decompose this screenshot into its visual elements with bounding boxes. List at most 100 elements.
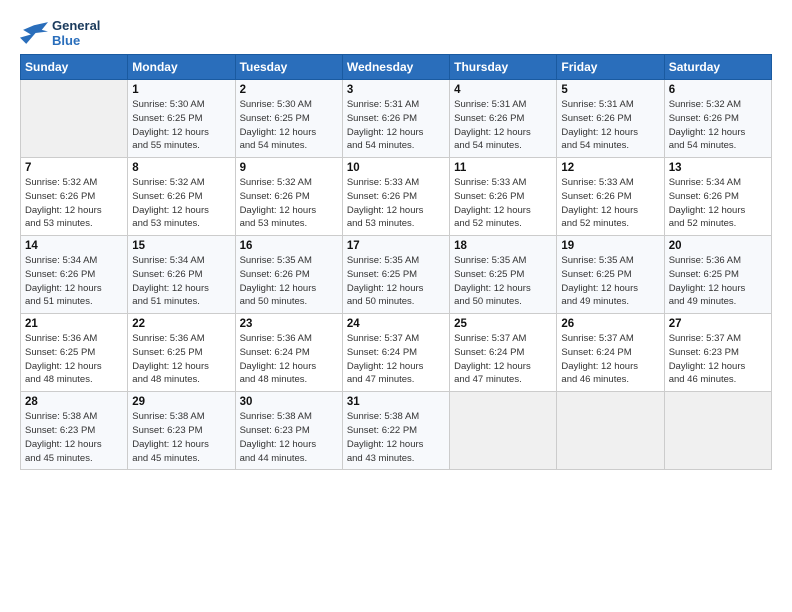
calendar-cell: 19Sunrise: 5:35 AMSunset: 6:25 PMDayligh… bbox=[557, 236, 664, 314]
day-info: Sunrise: 5:32 AMSunset: 6:26 PMDaylight:… bbox=[25, 176, 123, 231]
calendar-week-row: 21Sunrise: 5:36 AMSunset: 6:25 PMDayligh… bbox=[21, 314, 772, 392]
page: General Blue SundayMondayTuesdayWednesda… bbox=[0, 0, 792, 480]
day-number: 26 bbox=[561, 318, 659, 330]
day-info: Sunrise: 5:30 AMSunset: 6:25 PMDaylight:… bbox=[240, 98, 338, 153]
calendar-week-row: 7Sunrise: 5:32 AMSunset: 6:26 PMDaylight… bbox=[21, 158, 772, 236]
day-number: 12 bbox=[561, 162, 659, 174]
calendar-week-row: 14 Sunrise: 5:34 AMSunset: 6:26 PMDayligh… bbox=[21, 236, 772, 314]
calendar-cell: 11 Sunrise: 5:33 AMSunset: 6:26 PMDayligh… bbox=[450, 158, 557, 236]
calendar-cell: 25 Sunrise: 5:37 AMSunset: 6:24 PMDayligh… bbox=[450, 314, 557, 392]
calendar-cell: 10 Sunrise: 5:33 AMSunset: 6:26 PMDayligh… bbox=[342, 158, 449, 236]
day-info: Sunrise: 5:37 AMSunset: 6:24 PMDaylight:… bbox=[454, 332, 552, 387]
day-number: 2 bbox=[240, 84, 338, 96]
day-number: 19 bbox=[561, 240, 659, 252]
calendar-cell: 30 Sunrise: 5:38 AMSunset: 6:23 PMDayligh… bbox=[235, 392, 342, 470]
calendar-cell: 26 Sunrise: 5:37 AMSunset: 6:24 PMDayligh… bbox=[557, 314, 664, 392]
col-header-friday: Friday bbox=[557, 55, 664, 80]
calendar-cell bbox=[557, 392, 664, 470]
day-number: 27 bbox=[669, 318, 767, 330]
calendar-cell: 29 Sunrise: 5:38 AMSunset: 6:23 PMDayligh… bbox=[128, 392, 235, 470]
day-number: 17 bbox=[347, 240, 445, 252]
day-info: Sunrise: 5:36 AMSunset: 6:25 PMDaylight:… bbox=[132, 332, 230, 387]
day-number: 1 bbox=[132, 84, 230, 96]
day-info: Sunrise: 5:35 AMSunset: 6:25 PMDaylight:… bbox=[454, 254, 552, 309]
calendar-cell: 9Sunrise: 5:32 AMSunset: 6:26 PMDaylight… bbox=[235, 158, 342, 236]
calendar-cell: 17 Sunrise: 5:35 AMSunset: 6:25 PMDayligh… bbox=[342, 236, 449, 314]
day-number: 16 bbox=[240, 240, 338, 252]
calendar-cell: 6Sunrise: 5:32 AMSunset: 6:26 PMDaylight… bbox=[664, 80, 771, 158]
day-info: Sunrise: 5:37 AMSunset: 6:24 PMDaylight:… bbox=[561, 332, 659, 387]
day-number: 4 bbox=[454, 84, 552, 96]
calendar-cell bbox=[664, 392, 771, 470]
day-info: Sunrise: 5:32 AMSunset: 6:26 PMDaylight:… bbox=[669, 98, 767, 153]
calendar-cell: 28 Sunrise: 5:38 AMSunset: 6:23 PMDayligh… bbox=[21, 392, 128, 470]
day-number: 18 bbox=[454, 240, 552, 252]
day-info: Sunrise: 5:34 AMSunset: 6:26 PMDaylight:… bbox=[25, 254, 123, 309]
day-info: Sunrise: 5:34 AMSunset: 6:26 PMDaylight:… bbox=[669, 176, 767, 231]
calendar-cell: 7Sunrise: 5:32 AMSunset: 6:26 PMDaylight… bbox=[21, 158, 128, 236]
col-header-monday: Monday bbox=[128, 55, 235, 80]
day-info: Sunrise: 5:37 AMSunset: 6:24 PMDaylight:… bbox=[347, 332, 445, 387]
day-number: 28 bbox=[25, 396, 123, 408]
day-number: 14 bbox=[25, 240, 123, 252]
calendar-cell: 14 Sunrise: 5:34 AMSunset: 6:26 PMDayligh… bbox=[21, 236, 128, 314]
calendar-cell: 13 Sunrise: 5:34 AMSunset: 6:26 PMDayligh… bbox=[664, 158, 771, 236]
calendar-cell bbox=[450, 392, 557, 470]
day-info: Sunrise: 5:33 AMSunset: 6:26 PMDaylight:… bbox=[561, 176, 659, 231]
col-header-sunday: Sunday bbox=[21, 55, 128, 80]
logo-bird-icon bbox=[20, 22, 48, 44]
day-number: 23 bbox=[240, 318, 338, 330]
calendar-header-row: SundayMondayTuesdayWednesdayThursdayFrid… bbox=[21, 55, 772, 80]
day-info: Sunrise: 5:36 AMSunset: 6:24 PMDaylight:… bbox=[240, 332, 338, 387]
col-header-thursday: Thursday bbox=[450, 55, 557, 80]
day-info: Sunrise: 5:33 AMSunset: 6:26 PMDaylight:… bbox=[347, 176, 445, 231]
day-number: 13 bbox=[669, 162, 767, 174]
day-info: Sunrise: 5:35 AMSunset: 6:25 PMDaylight:… bbox=[347, 254, 445, 309]
calendar-cell: 20 Sunrise: 5:36 AMSunset: 6:25 PMDayligh… bbox=[664, 236, 771, 314]
calendar-cell: 8 Sunrise: 5:32 AMSunset: 6:26 PMDaylight… bbox=[128, 158, 235, 236]
day-info: Sunrise: 5:32 AMSunset: 6:26 PMDaylight:… bbox=[132, 176, 230, 231]
day-info: Sunrise: 5:38 AMSunset: 6:23 PMDaylight:… bbox=[132, 410, 230, 465]
header: General Blue bbox=[20, 18, 772, 48]
day-info: Sunrise: 5:36 AMSunset: 6:25 PMDaylight:… bbox=[669, 254, 767, 309]
calendar-cell: 3 Sunrise: 5:31 AMSunset: 6:26 PMDaylight… bbox=[342, 80, 449, 158]
logo-text: General Blue bbox=[52, 18, 100, 48]
day-info: Sunrise: 5:38 AMSunset: 6:23 PMDaylight:… bbox=[25, 410, 123, 465]
calendar-cell: 23 Sunrise: 5:36 AMSunset: 6:24 PMDayligh… bbox=[235, 314, 342, 392]
day-info: Sunrise: 5:38 AMSunset: 6:23 PMDaylight:… bbox=[240, 410, 338, 465]
day-number: 10 bbox=[347, 162, 445, 174]
calendar-cell: 21Sunrise: 5:36 AMSunset: 6:25 PMDayligh… bbox=[21, 314, 128, 392]
calendar-cell: 27 Sunrise: 5:37 AMSunset: 6:23 PMDayligh… bbox=[664, 314, 771, 392]
day-info: Sunrise: 5:30 AMSunset: 6:25 PMDaylight:… bbox=[132, 98, 230, 153]
calendar-cell: 5 Sunrise: 5:31 AMSunset: 6:26 PMDaylight… bbox=[557, 80, 664, 158]
day-number: 29 bbox=[132, 396, 230, 408]
day-info: Sunrise: 5:31 AMSunset: 6:26 PMDaylight:… bbox=[561, 98, 659, 153]
day-number: 8 bbox=[132, 162, 230, 174]
calendar-cell: 2 Sunrise: 5:30 AMSunset: 6:25 PMDaylight… bbox=[235, 80, 342, 158]
day-info: Sunrise: 5:37 AMSunset: 6:23 PMDaylight:… bbox=[669, 332, 767, 387]
day-number: 3 bbox=[347, 84, 445, 96]
logo: General Blue bbox=[20, 18, 100, 48]
calendar-cell: 24 Sunrise: 5:37 AMSunset: 6:24 PMDayligh… bbox=[342, 314, 449, 392]
calendar-week-row: 1 Sunrise: 5:30 AMSunset: 6:25 PMDaylight… bbox=[21, 80, 772, 158]
day-info: Sunrise: 5:32 AMSunset: 6:26 PMDaylight:… bbox=[240, 176, 338, 231]
calendar-week-row: 28 Sunrise: 5:38 AMSunset: 6:23 PMDayligh… bbox=[21, 392, 772, 470]
day-number: 24 bbox=[347, 318, 445, 330]
day-info: Sunrise: 5:35 AMSunset: 6:26 PMDaylight:… bbox=[240, 254, 338, 309]
day-number: 30 bbox=[240, 396, 338, 408]
day-number: 11 bbox=[454, 162, 552, 174]
calendar-cell: 1 Sunrise: 5:30 AMSunset: 6:25 PMDaylight… bbox=[128, 80, 235, 158]
day-info: Sunrise: 5:31 AMSunset: 6:26 PMDaylight:… bbox=[347, 98, 445, 153]
day-info: Sunrise: 5:34 AMSunset: 6:26 PMDaylight:… bbox=[132, 254, 230, 309]
day-number: 20 bbox=[669, 240, 767, 252]
calendar-cell: 12 Sunrise: 5:33 AMSunset: 6:26 PMDayligh… bbox=[557, 158, 664, 236]
calendar-cell bbox=[21, 80, 128, 158]
col-header-saturday: Saturday bbox=[664, 55, 771, 80]
calendar-cell: 22Sunrise: 5:36 AMSunset: 6:25 PMDayligh… bbox=[128, 314, 235, 392]
calendar-cell: 15Sunrise: 5:34 AMSunset: 6:26 PMDayligh… bbox=[128, 236, 235, 314]
day-info: Sunrise: 5:33 AMSunset: 6:26 PMDaylight:… bbox=[454, 176, 552, 231]
col-header-tuesday: Tuesday bbox=[235, 55, 342, 80]
calendar-cell: 31Sunrise: 5:38 AMSunset: 6:22 PMDayligh… bbox=[342, 392, 449, 470]
day-number: 5 bbox=[561, 84, 659, 96]
day-number: 25 bbox=[454, 318, 552, 330]
